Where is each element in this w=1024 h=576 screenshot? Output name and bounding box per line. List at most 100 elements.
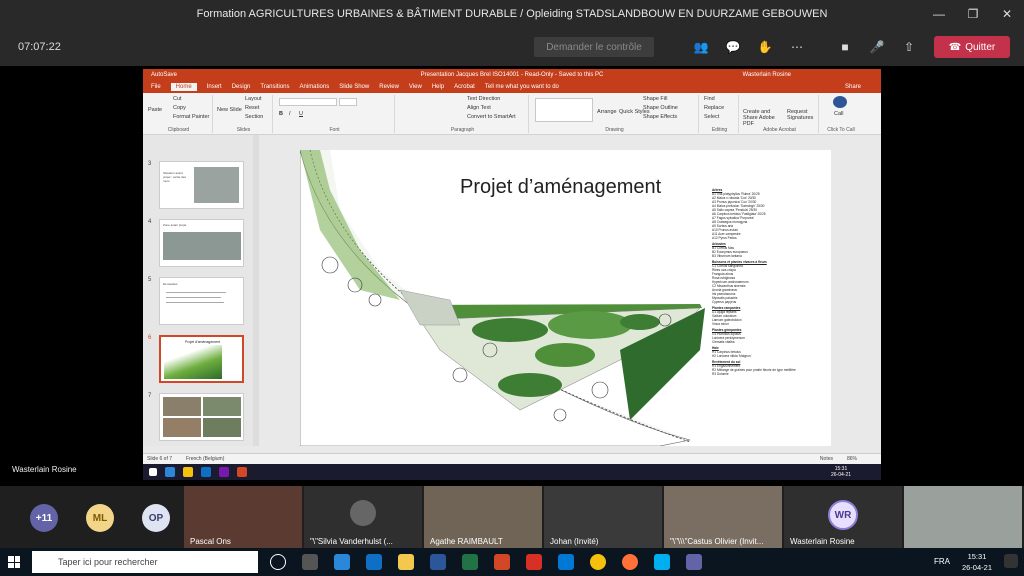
select-button[interactable]: Select [704, 114, 719, 120]
minimize-icon[interactable]: — [922, 0, 956, 28]
skype-icon[interactable] [654, 554, 670, 570]
avatar-op[interactable]: OP [142, 504, 170, 532]
cortana-icon[interactable] [270, 554, 286, 570]
participant-tile[interactable]: Agathe RAIMBAULT [424, 486, 542, 548]
thumbnails-scrollbar[interactable] [253, 135, 259, 446]
participant-tile[interactable]: Pascal Ons [184, 486, 302, 548]
smartart-button[interactable]: Convert to SmartArt [467, 114, 516, 120]
create-pdf-button[interactable]: Create and Share Adobe PDF [743, 109, 783, 127]
layout-button[interactable]: Layout [245, 96, 262, 102]
text-direction-button[interactable]: Text Direction [467, 96, 500, 102]
tab-transitions[interactable]: Transitions [260, 84, 289, 90]
teams-icon[interactable] [686, 554, 702, 570]
participant-tile[interactable]: WR Wasterlain Rosine [784, 486, 902, 548]
tab-review[interactable]: Review [379, 84, 399, 90]
tab-view[interactable]: View [409, 84, 422, 90]
meeting-timer: 07:07:22 [18, 41, 61, 53]
file-explorer-icon[interactable] [398, 554, 414, 570]
find-button[interactable]: Find [704, 96, 715, 102]
editing-label: Editing [711, 127, 728, 133]
arrange-button[interactable]: Arrange [597, 109, 617, 115]
tab-home[interactable]: Home [170, 83, 197, 91]
request-control-button[interactable]: Demander le contrôle [534, 37, 654, 57]
reactions-icon[interactable]: ✋ [756, 38, 774, 56]
font-size-select[interactable] [339, 98, 357, 106]
thumb-slide-4[interactable]: Zone avant projet [159, 219, 244, 267]
shape-effects-button[interactable]: Shape Effects [643, 114, 677, 120]
thumb-slide-3[interactable]: Situation avant projet : sortie des murs [159, 161, 244, 209]
call-button[interactable]: Call [834, 111, 843, 117]
drawing-label: Drawing [605, 127, 624, 133]
camera-icon[interactable]: ■ [836, 38, 854, 56]
more-icon[interactable]: ⋯ [788, 38, 806, 56]
firefox-icon[interactable] [622, 554, 638, 570]
call-icon[interactable] [833, 96, 847, 108]
thumb-slide-6[interactable]: Projet d'aménagement [159, 335, 244, 383]
language[interactable]: French (Belgium) [186, 456, 224, 462]
new-slide-button[interactable]: New Slide [217, 107, 242, 113]
tab-insert[interactable]: Insert [207, 84, 222, 90]
align-text-button[interactable]: Align Text [467, 105, 491, 111]
reset-button[interactable]: Reset [245, 105, 259, 111]
shape-outline-button[interactable]: Shape Outline [643, 105, 678, 111]
bold-icon[interactable]: B [279, 111, 283, 117]
slide-title[interactable]: Projet d’aménagement [460, 176, 661, 199]
start-icon[interactable] [8, 556, 20, 568]
notifications-icon[interactable] [1004, 554, 1018, 568]
copy-button[interactable]: Copy [173, 105, 186, 111]
taskbar-clock[interactable]: 15:31 26-04-21 [962, 551, 992, 573]
word-icon[interactable] [430, 554, 446, 570]
pdf-icon[interactable] [526, 554, 542, 570]
mail-icon[interactable] [366, 554, 382, 570]
zoom-level[interactable]: 86% [847, 456, 857, 462]
tab-animations[interactable]: Animations [300, 84, 330, 90]
request-signatures-button[interactable]: Request Signatures [787, 109, 817, 121]
participants-icon[interactable]: 👥 [692, 38, 710, 56]
participant-tile[interactable]: "\"\\\"Castus Olivier (Invit... [664, 486, 782, 548]
italic-icon[interactable]: I [289, 111, 291, 117]
outlook-icon[interactable] [558, 554, 574, 570]
task-view-icon[interactable] [302, 554, 318, 570]
powerpoint-icon[interactable] [494, 554, 510, 570]
share-button[interactable]: Share [845, 84, 861, 90]
section-button[interactable]: Section [245, 114, 263, 120]
participant-tile[interactable] [904, 486, 1022, 548]
chat-icon[interactable]: 💬 [724, 38, 742, 56]
participant-tile[interactable]: "\"Silvia Vanderhulst (... [304, 486, 422, 548]
tab-slide-show[interactable]: Slide Show [339, 84, 369, 90]
thumb-slide-7[interactable] [159, 393, 244, 441]
slide-count: Slide 6 of 7 [147, 456, 173, 462]
avatar-ml[interactable]: ML [86, 504, 114, 532]
edge-icon[interactable] [334, 554, 350, 570]
chrome-icon[interactable] [590, 554, 606, 570]
language-indicator[interactable]: FRA [934, 557, 950, 566]
ppt-status-bar: Slide 6 of 7 French (Belgium) Notes 86% [143, 453, 881, 464]
replace-button[interactable]: Replace [704, 105, 724, 111]
tab-acrobat[interactable]: Acrobat [454, 84, 475, 90]
paste-button[interactable]: Paste [148, 107, 162, 113]
underline-icon[interactable]: U [299, 111, 303, 117]
participant-tile[interactable]: Johan (Invité) [544, 486, 662, 548]
tab-help[interactable]: Help [432, 84, 444, 90]
excel-icon[interactable] [462, 554, 478, 570]
autosave-label[interactable]: AutoSave [151, 72, 177, 78]
tab-design[interactable]: Design [232, 84, 251, 90]
tell-me-search[interactable]: Tell me what you want to do [485, 84, 559, 90]
close-icon[interactable]: ✕ [990, 0, 1024, 28]
restore-icon[interactable]: ❐ [956, 0, 990, 28]
shared-clock: 15:31 26-04-21 [831, 466, 851, 478]
shape-fill-button[interactable]: Shape Fill [643, 96, 667, 102]
thumb-slide-5[interactable]: Demandes [159, 277, 244, 325]
microphone-icon[interactable]: 🎤 [868, 38, 886, 56]
notes-button[interactable]: Notes [820, 456, 833, 462]
taskbar-search-input[interactable]: Taper ici pour rechercher [32, 551, 258, 573]
phone-icon: ☎ [948, 41, 962, 53]
leave-button[interactable]: ☎ Quitter [934, 36, 1010, 58]
shapes-gallery[interactable] [535, 98, 593, 122]
cut-button[interactable]: Cut [173, 96, 182, 102]
tab-file[interactable]: File [151, 84, 161, 90]
share-screen-icon[interactable]: ⇧ [900, 38, 918, 56]
font-name-select[interactable] [279, 98, 337, 106]
more-participants-avatar[interactable]: +11 [30, 504, 58, 532]
format-painter-button[interactable]: Format Painter [173, 114, 209, 120]
